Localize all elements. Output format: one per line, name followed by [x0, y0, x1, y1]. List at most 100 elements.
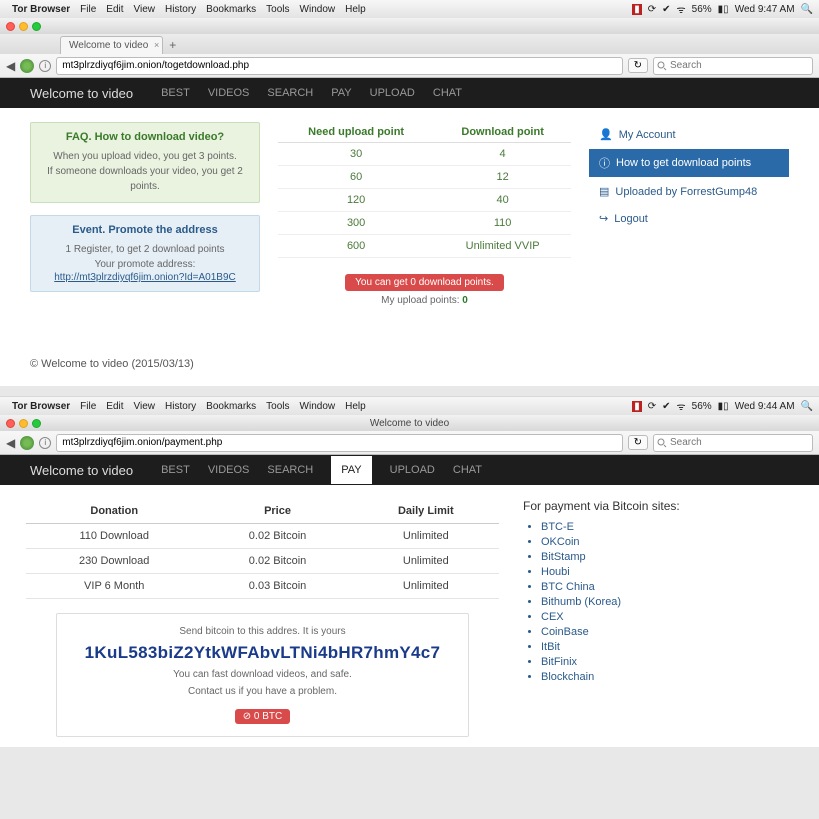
menu-file[interactable]: File	[80, 4, 96, 15]
info-icon: ⓘ	[599, 155, 610, 171]
table-row: 300110	[278, 212, 571, 235]
nav-pay[interactable]: PAY	[331, 456, 371, 484]
close-window-button[interactable]	[6, 22, 15, 31]
new-tab-button[interactable]: +	[169, 38, 176, 54]
nav-chat[interactable]: CHAT	[433, 87, 462, 99]
paysite-link[interactable]: BTC China	[541, 581, 793, 593]
sidebar-item-howto[interactable]: ⓘHow to get download points	[589, 149, 789, 177]
nav-pay[interactable]: PAY	[331, 87, 351, 99]
site-info-icon[interactable]: i	[39, 60, 51, 72]
noscript-icon[interactable]: ▮	[632, 401, 642, 412]
nav-search[interactable]: SEARCH	[267, 87, 313, 99]
site-nav: Welcome to video BEST VIDEOS SEARCH PAY …	[0, 455, 819, 485]
tor-onion-icon[interactable]	[20, 436, 34, 450]
paysite-link[interactable]: CoinBase	[541, 626, 793, 638]
reload-button[interactable]: ↻	[628, 58, 648, 73]
paysite-link[interactable]: OKCoin	[541, 536, 793, 548]
menu-view[interactable]: View	[134, 401, 156, 412]
nav-best[interactable]: BEST	[161, 464, 190, 476]
tab-close-icon[interactable]: ×	[154, 40, 159, 50]
menu-help[interactable]: Help	[345, 401, 366, 412]
nav-chat[interactable]: CHAT	[453, 464, 482, 476]
sidebar-item-logout[interactable]: ↪Logout	[589, 206, 789, 231]
menu-history[interactable]: History	[165, 401, 196, 412]
nav-upload[interactable]: UPLOAD	[370, 87, 415, 99]
browser-toolbar: ◀ i ↻	[0, 54, 819, 78]
minimize-window-button[interactable]	[19, 22, 28, 31]
menu-tools[interactable]: Tools	[266, 401, 289, 412]
noscript-icon[interactable]: ▮	[632, 4, 642, 15]
paysite-link[interactable]: CEX	[541, 611, 793, 623]
app-name[interactable]: Tor Browser	[12, 4, 70, 15]
list-icon: ▤	[599, 185, 609, 198]
battery-icon[interactable]: ▮▯	[718, 401, 729, 412]
back-button[interactable]: ◀	[6, 436, 15, 450]
menu-file[interactable]: File	[80, 401, 96, 412]
spotlight-icon[interactable]: 🔍	[801, 401, 813, 412]
menu-bookmarks[interactable]: Bookmarks	[206, 401, 256, 412]
battery-icon[interactable]: ▮▯	[718, 4, 729, 15]
sidebar-item-uploaded[interactable]: ▤Uploaded by ForrestGump48	[589, 179, 789, 204]
sync-icon[interactable]: ⟳	[648, 4, 656, 15]
upload-points-label: My upload points: 0	[278, 295, 571, 306]
paysite-link[interactable]: Blockchain	[541, 671, 793, 683]
paysite-link[interactable]: ItBit	[541, 641, 793, 653]
nav-videos[interactable]: VIDEOS	[208, 87, 250, 99]
menu-edit[interactable]: Edit	[106, 401, 123, 412]
sidebar-item-account[interactable]: 👤My Account	[589, 122, 789, 147]
tor-onion-icon[interactable]	[20, 59, 34, 73]
points-table: Need upload point Download point 304 601…	[278, 122, 571, 258]
promote-link[interactable]: http://mt3plrzdiyqf6jim.onion?Id=A01B9C	[41, 272, 249, 283]
page-footer: © Welcome to video (2015/03/13)	[0, 348, 819, 386]
zoom-window-button[interactable]	[32, 22, 41, 31]
payment-sites-list: BTC-E OKCoin BitStamp Houbi BTC China Bi…	[523, 521, 793, 683]
spotlight-icon[interactable]: 🔍	[801, 4, 813, 15]
site-info-icon[interactable]: i	[39, 437, 51, 449]
nav-videos[interactable]: VIDEOS	[208, 464, 250, 476]
menu-bookmarks[interactable]: Bookmarks	[206, 4, 256, 15]
reload-button[interactable]: ↻	[628, 435, 648, 450]
menu-window[interactable]: Window	[300, 401, 336, 412]
nav-search[interactable]: SEARCH	[267, 464, 313, 476]
tab-title: Welcome to video	[69, 40, 148, 51]
site-brand[interactable]: Welcome to video	[30, 86, 133, 101]
table-row: VIP 6 Month0.03 BitcoinUnlimited	[26, 574, 499, 599]
sync-icon[interactable]: ⟳	[648, 401, 656, 412]
payment-box: Send bitcoin to this addres. It is yours…	[56, 613, 469, 737]
app-name[interactable]: Tor Browser	[12, 401, 70, 412]
paysite-link[interactable]: BTC-E	[541, 521, 793, 533]
back-button[interactable]: ◀	[6, 59, 15, 73]
menu-window[interactable]: Window	[300, 4, 336, 15]
search-input[interactable]	[653, 434, 813, 452]
search-input[interactable]	[653, 57, 813, 75]
site-brand[interactable]: Welcome to video	[30, 463, 133, 478]
paysite-link[interactable]: BitFinix	[541, 656, 793, 668]
check-icon[interactable]: ✔	[662, 401, 670, 412]
nav-best[interactable]: BEST	[161, 87, 190, 99]
paysite-link[interactable]: Bithumb (Korea)	[541, 596, 793, 608]
battery-percent: 56%	[692, 401, 712, 412]
table-row: 110 Download0.02 BitcoinUnlimited	[26, 524, 499, 549]
clock[interactable]: Wed 9:44 AM	[735, 401, 795, 412]
paysite-link[interactable]: BitStamp	[541, 551, 793, 563]
address-bar[interactable]	[56, 57, 622, 75]
address-bar[interactable]	[56, 434, 622, 452]
browser-tab[interactable]: Welcome to video ×	[60, 36, 163, 54]
battery-percent: 56%	[692, 4, 712, 15]
faq-line2: If someone downloads your video, you get…	[47, 166, 243, 192]
bitcoin-address[interactable]: 1KuL583biZ2YtkWFAbvLTNi4bHR7hmY4c7	[69, 643, 456, 663]
menu-edit[interactable]: Edit	[106, 4, 123, 15]
menu-view[interactable]: View	[134, 4, 156, 15]
clock[interactable]: Wed 9:47 AM	[735, 4, 795, 15]
menu-tools[interactable]: Tools	[266, 4, 289, 15]
wifi-icon[interactable]: ᯤ	[677, 399, 686, 413]
wifi-icon[interactable]: ᯤ	[677, 2, 686, 16]
paysite-link[interactable]: Houbi	[541, 566, 793, 578]
menu-help[interactable]: Help	[345, 4, 366, 15]
table-row: 600Unlimited VVIP	[278, 235, 571, 258]
check-icon[interactable]: ✔	[662, 4, 670, 15]
menu-history[interactable]: History	[165, 4, 196, 15]
download-points-badge: You can get 0 download points.	[345, 274, 504, 291]
nav-upload[interactable]: UPLOAD	[390, 464, 435, 476]
page-content: Donation Price Daily Limit 110 Download0…	[0, 485, 819, 747]
